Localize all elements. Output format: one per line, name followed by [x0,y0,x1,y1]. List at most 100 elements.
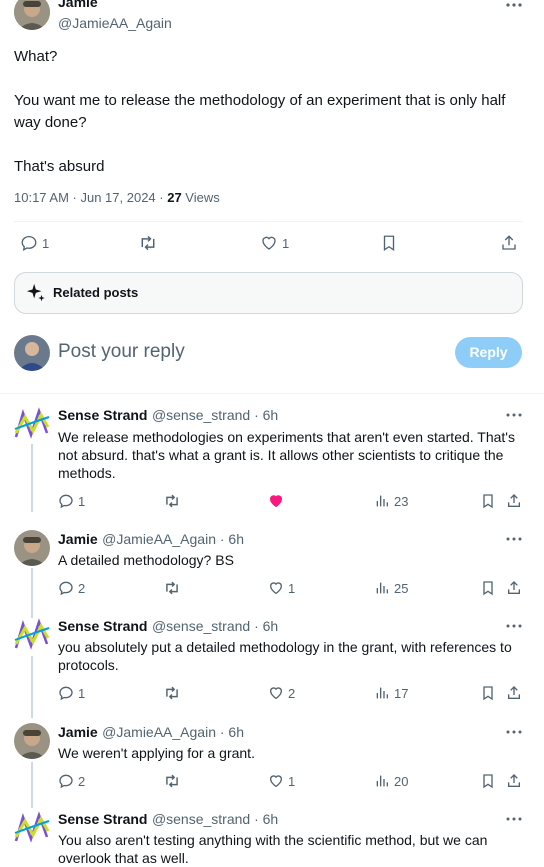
jamie-avatar[interactable] [14,530,50,566]
reply-author-name[interactable]: Jamie [58,724,98,740]
reply-author-handle[interactable]: @sense_strand · 6h [152,407,278,423]
views-count: 27 [167,190,182,205]
share-icon [506,685,522,701]
reply-author-name[interactable]: Sense Strand [58,618,147,634]
views-button[interactable]: 17 [374,685,408,701]
main-author-handle[interactable]: @JamieAA_Again [58,15,172,31]
more-icon[interactable] [505,814,523,824]
reply-author-handle[interactable]: @JamieAA_Again · 6h [102,531,244,547]
sense-strand-avatar[interactable] [13,405,51,443]
bookmark-button[interactable] [480,685,496,701]
more-icon[interactable] [505,410,523,420]
reply-author-handle[interactable]: @JamieAA_Again · 6h [102,724,244,740]
repost-button[interactable] [163,685,181,701]
reply-text: We release methodologies on experiments … [58,429,515,481]
like-count: 1 [288,773,296,789]
share-button[interactable] [506,580,522,596]
post-timestamp[interactable]: 10:17 AM · Jun 17, 2024 · [14,190,167,205]
bookmark-button[interactable] [380,234,398,252]
more-icon[interactable] [505,0,523,10]
like-icon [268,580,284,596]
thread-connector [31,568,33,618]
like-button[interactable] [268,493,284,509]
views-count: 20 [394,773,409,789]
views-button[interactable]: 23 [374,493,408,509]
repost-icon [163,493,181,509]
repost-button[interactable] [163,493,181,509]
views-button[interactable]: 25 [374,580,408,596]
post-line: That's absurd [14,158,105,175]
reply-button[interactable]: 1 [58,685,85,701]
jamie-avatar[interactable] [14,723,50,759]
like-icon [260,234,278,252]
views-count: 23 [394,493,409,509]
reply-author-name[interactable]: Jamie [58,531,98,547]
share-icon [506,493,522,509]
repost-button[interactable] [163,580,181,596]
repost-icon [138,234,158,252]
more-icon[interactable] [505,534,523,544]
repost-button[interactable] [138,234,158,252]
main-author-avatar[interactable] [14,0,50,30]
reply-author-name[interactable]: Sense Strand [58,407,147,423]
reply-count: 1 [78,493,86,509]
main-author-name[interactable]: Jamie [58,0,98,10]
like-button[interactable]: 1 [260,234,289,252]
more-icon[interactable] [505,727,523,737]
reply-author-name[interactable]: Sense Strand [58,811,147,827]
reply-icon [58,773,74,789]
reply-icon [58,493,74,509]
bookmark-icon [480,580,496,596]
reply-author-handle[interactable]: @sense_strand · 6h [152,618,278,634]
reply-text: We weren't applying for a grant. [58,745,255,761]
share-button[interactable] [506,773,522,789]
views-count: 17 [394,685,409,701]
reply-button[interactable]: 1 [58,493,85,509]
bookmark-button[interactable] [480,773,496,789]
reply-count: 1 [42,235,50,251]
bookmark-button[interactable] [480,493,496,509]
reply-button[interactable]: 1 [20,234,49,252]
share-button[interactable] [500,234,518,252]
views-button[interactable]: 20 [374,773,408,789]
repost-button[interactable] [163,773,181,789]
related-posts-button[interactable]: Related posts [14,272,523,314]
thread-connector [31,762,33,808]
reply-text: you absolutely put a detailed methodolog… [58,639,512,673]
views-icon [374,773,390,789]
sense-strand-avatar[interactable] [13,809,51,847]
like-icon [268,493,284,509]
current-user-avatar[interactable] [14,335,50,371]
like-button[interactable]: 2 [268,685,295,701]
share-icon [506,773,522,789]
bookmark-icon [480,685,496,701]
reply-count: 2 [78,580,86,596]
more-icon[interactable] [505,621,523,631]
repost-icon [163,773,181,789]
reply-author-handle[interactable]: @sense_strand · 6h [152,811,278,827]
share-button[interactable] [506,685,522,701]
reply-text: You also aren't testing anything with th… [58,832,488,866]
share-button[interactable] [506,493,522,509]
views-count: 25 [394,580,409,596]
post-line: What? [14,48,58,65]
like-icon [268,773,284,789]
repost-icon [163,685,181,701]
sense-strand-avatar[interactable] [13,616,51,654]
like-button[interactable]: 1 [268,580,295,596]
like-button[interactable]: 1 [268,773,295,789]
reply-submit-button[interactable]: Reply [455,337,522,368]
reply-button[interactable]: 2 [58,773,85,789]
like-icon [268,685,284,701]
share-icon [506,580,522,596]
thread-connector [31,656,33,718]
views-icon [374,685,390,701]
repost-icon [163,580,181,596]
views-icon [374,580,390,596]
bookmark-icon [480,773,496,789]
views-icon [374,493,390,509]
like-count: 2 [288,685,296,701]
reply-input[interactable]: Post your reply [58,341,185,363]
bookmark-button[interactable] [480,580,496,596]
reply-button[interactable]: 2 [58,580,85,596]
